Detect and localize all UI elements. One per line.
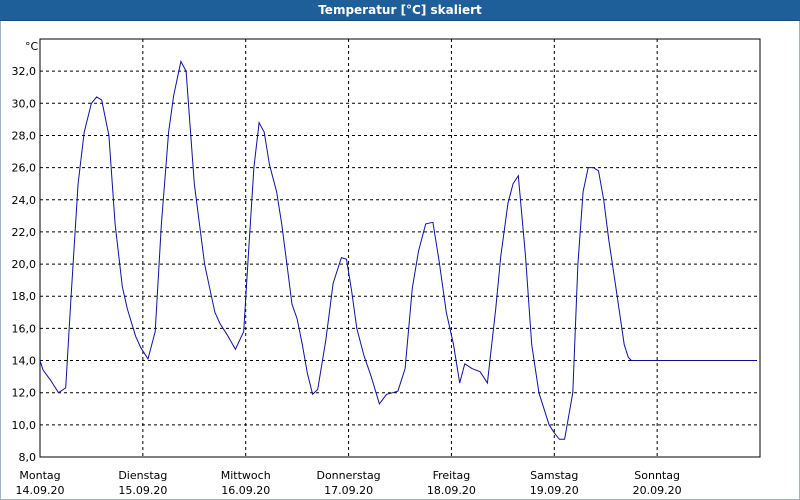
y-tick-label: 16,0 — [12, 322, 37, 335]
y-tick-label: 32,0 — [12, 65, 37, 78]
x-tick-date: 14.09.20 — [16, 484, 65, 497]
x-tick-weekday: Sonntag — [634, 469, 680, 482]
grid-lines — [40, 39, 760, 457]
y-tick-labels: 8,0 10,0 12,0 14,0 16,0 18,0 20,0 22,0 24,0 26,0 2… — [12, 65, 37, 464]
y-tick-label: 12,0 — [12, 387, 37, 400]
y-tick-label: 28,0 — [12, 129, 37, 142]
x-tick-date: 18.09.20 — [427, 484, 476, 497]
y-tick-label: 10,0 — [12, 419, 37, 432]
y-tick-label: 22,0 — [12, 226, 37, 239]
x-tick-date: 17.09.20 — [324, 484, 373, 497]
x-tick-weekday: Dienstag — [118, 469, 167, 482]
x-tick-date: 20.09.20 — [633, 484, 682, 497]
plot-area — [39, 38, 761, 458]
y-tick-label: 8,0 — [19, 451, 37, 464]
y-tick-label: 30,0 — [12, 97, 37, 110]
temperature-series-line — [39, 60, 756, 440]
x-tick-weekday: Samstag — [530, 469, 578, 482]
temperature-chart: °C 8,0 10,0 12,0 14,0 16,0 18,0 20,0 22,0 24,0 26… — [12, 38, 761, 497]
x-tick-weekday: Montag — [19, 469, 60, 482]
x-tick-weekday: Mittwoch — [221, 469, 271, 482]
x-tick-date: 15.09.20 — [118, 484, 167, 497]
y-axis-unit: °C — [25, 40, 39, 53]
x-tick-weekday: Donnerstag — [316, 469, 380, 482]
x-tick-date: 19.09.20 — [530, 484, 579, 497]
x-tick-date: 16.09.20 — [221, 484, 270, 497]
x-tick-labels: Montag 14.09.20 Dienstag 15.09.20 Mittwoch 16… — [16, 469, 682, 497]
y-tick-label: 18,0 — [12, 290, 37, 303]
x-tick-weekday: Freitag — [433, 469, 471, 482]
y-tick-label: 14,0 — [12, 355, 37, 368]
y-tick-label: 26,0 — [12, 162, 37, 175]
y-tick-label: 20,0 — [12, 258, 37, 271]
series-group — [39, 60, 756, 440]
y-tick-label: 24,0 — [12, 194, 37, 207]
